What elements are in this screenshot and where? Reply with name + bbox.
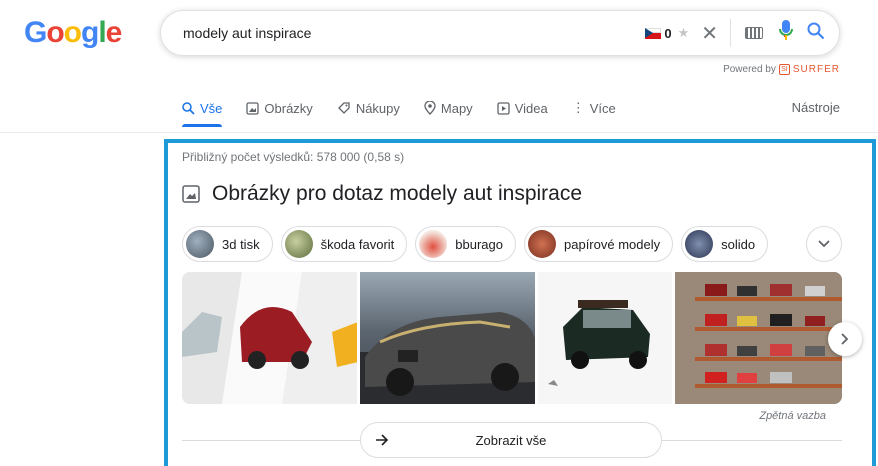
powered-by-label: Powered by	[723, 64, 776, 75]
result-stats: Přibližný počet výsledků: 578 000 (0,58 …	[182, 150, 405, 164]
search-input[interactable]: modely aut inspirace	[183, 25, 645, 41]
chip-thumbnail	[186, 230, 214, 258]
star-icon[interactable]: ★	[678, 25, 690, 41]
gallery-next-button[interactable]	[828, 322, 862, 356]
chip-papirove-modely[interactable]: papírové modely	[524, 226, 674, 262]
chip-thumbnail	[284, 230, 313, 258]
chip-label: papírové modely	[564, 236, 661, 252]
header-divider	[0, 132, 878, 133]
image-result-bmw-concept[interactable]	[360, 272, 536, 404]
search-bar[interactable]: modely aut inspirace 0 ★ ✕	[160, 10, 840, 56]
microphone-icon[interactable]	[779, 19, 793, 47]
tab-videos[interactable]: Videa	[497, 100, 548, 116]
map-pin-icon	[424, 101, 436, 115]
tab-label: Obrázky	[264, 100, 313, 116]
tab-label: Videa	[514, 100, 548, 116]
chips-expand-button[interactable]	[806, 226, 842, 262]
tab-label: Mapy	[440, 100, 473, 116]
chip-bburago[interactable]: bburago	[415, 226, 516, 262]
chevron-down-icon	[818, 240, 830, 248]
chip-label: škoda favorit	[320, 236, 395, 252]
image-icon	[246, 101, 260, 115]
surfer-logo-icon: SI	[778, 64, 790, 75]
chip-label: bburago	[455, 236, 503, 252]
powered-by-surfer[interactable]: Powered by SI SURFER	[723, 64, 840, 75]
chip-3d-tisk[interactable]: 3d tisk	[182, 226, 273, 262]
tab-maps[interactable]: Mapy	[424, 100, 473, 116]
chip-thumbnail	[528, 230, 556, 258]
logo-letter: g	[81, 16, 99, 49]
image-result-model-shelves[interactable]	[674, 272, 842, 404]
show-all-label: Zobrazit vše	[475, 432, 547, 448]
image-result-model-cars[interactable]	[182, 272, 358, 404]
show-all-button[interactable]: Zobrazit vše	[360, 422, 662, 458]
chip-label: solido	[721, 236, 756, 252]
logo-letter: e	[105, 16, 123, 49]
close-icon[interactable]: ✕	[701, 21, 718, 46]
logo-letter: l	[98, 16, 106, 49]
search-divider	[730, 19, 731, 47]
play-icon	[497, 101, 510, 115]
czech-flag-icon	[645, 27, 662, 39]
tab-label: Více	[589, 100, 616, 116]
logo-letter: o	[63, 16, 82, 49]
more-vert-icon: ⋮	[571, 100, 585, 115]
image-gallery	[182, 272, 842, 404]
chip-solido[interactable]: solido	[681, 226, 769, 262]
arrow-right-icon	[376, 434, 389, 446]
chip-thumbnail	[419, 230, 448, 258]
image-result-mini-cooper[interactable]	[538, 272, 672, 404]
chip-skoda-favorit[interactable]: škoda favorit	[280, 226, 408, 262]
tab-images[interactable]: Obrázky	[246, 100, 313, 116]
chip-thumbnail	[685, 230, 714, 258]
tab-all[interactable]: Vše	[182, 100, 223, 127]
images-heading[interactable]: Obrázky pro dotaz modely aut inspirace	[182, 182, 582, 206]
related-chips: 3d tisk škoda favorit bburago papírové m…	[182, 226, 769, 262]
tab-label: Nákupy	[355, 100, 400, 116]
surfer-count: 0	[664, 25, 672, 41]
tools-button[interactable]: Nástroje	[792, 100, 840, 115]
chip-label: 3d tisk	[222, 236, 260, 252]
search-icon[interactable]	[807, 22, 825, 45]
feedback-link[interactable]: Zpětná vazba	[759, 410, 826, 422]
keyboard-icon[interactable]	[745, 27, 763, 39]
surfer-brand: SURFER	[792, 64, 840, 75]
tab-more[interactable]: ⋮ Více	[572, 100, 616, 116]
tag-icon	[337, 102, 350, 114]
search-tabs: Vše Obrázky Nákupy Mapy Videa ⋮ Více	[182, 100, 640, 127]
chevron-right-icon	[841, 333, 849, 345]
tab-shopping[interactable]: Nákupy	[337, 100, 400, 116]
image-icon	[182, 185, 200, 203]
google-logo[interactable]: Google	[24, 16, 123, 50]
images-heading-text: Obrázky pro dotaz modely aut inspirace	[212, 182, 583, 205]
search-icon	[182, 101, 195, 115]
tab-label: Vše	[200, 100, 223, 116]
logo-letter: o	[46, 16, 64, 49]
logo-letter: G	[24, 16, 47, 49]
